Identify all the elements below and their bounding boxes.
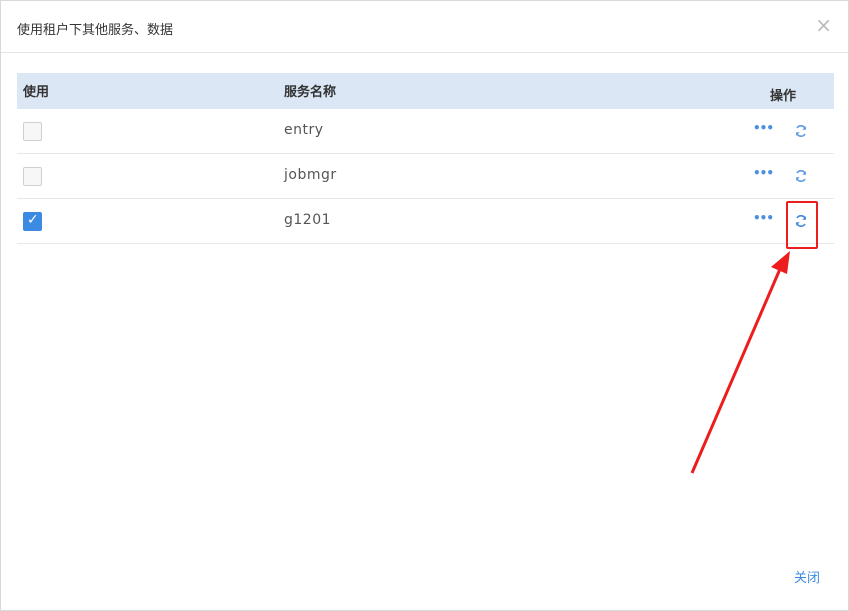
close-icon[interactable]: × bbox=[815, 15, 832, 35]
dialog: 使用租户下其他服务、数据 × 使用 服务名称 操作 entry ••• jobm… bbox=[0, 0, 849, 611]
sync-icon[interactable] bbox=[794, 124, 808, 138]
table-header: 使用 服务名称 操作 bbox=[17, 73, 834, 109]
use-checkbox-checked[interactable] bbox=[23, 212, 42, 231]
services-table: 使用 服务名称 操作 entry ••• jobmgr ••• ✓ g1201 … bbox=[17, 73, 834, 244]
service-name: entry bbox=[284, 122, 324, 138]
table-row: jobmgr ••• bbox=[17, 154, 834, 199]
dialog-header: 使用租户下其他服务、数据 × bbox=[1, 1, 848, 53]
service-name: jobmgr bbox=[284, 167, 337, 183]
service-name: g1201 bbox=[284, 212, 332, 228]
table-row: g1201 ••• bbox=[17, 199, 834, 244]
more-icon[interactable]: ••• bbox=[753, 166, 774, 180]
use-checkbox[interactable] bbox=[23, 122, 42, 141]
annotation-highlight-box bbox=[786, 201, 818, 249]
column-header-operations: 操作 bbox=[770, 89, 797, 104]
table-row: entry ••• bbox=[17, 109, 834, 154]
column-header-service-name: 服务名称 bbox=[284, 85, 337, 100]
sync-icon[interactable] bbox=[794, 169, 808, 183]
close-button[interactable]: 关闭 bbox=[794, 567, 820, 586]
more-icon[interactable]: ••• bbox=[753, 211, 774, 225]
use-checkbox[interactable] bbox=[23, 167, 42, 186]
column-header-use: 使用 bbox=[23, 85, 50, 100]
dialog-title: 使用租户下其他服务、数据 bbox=[17, 23, 174, 38]
more-icon[interactable]: ••• bbox=[753, 121, 774, 135]
